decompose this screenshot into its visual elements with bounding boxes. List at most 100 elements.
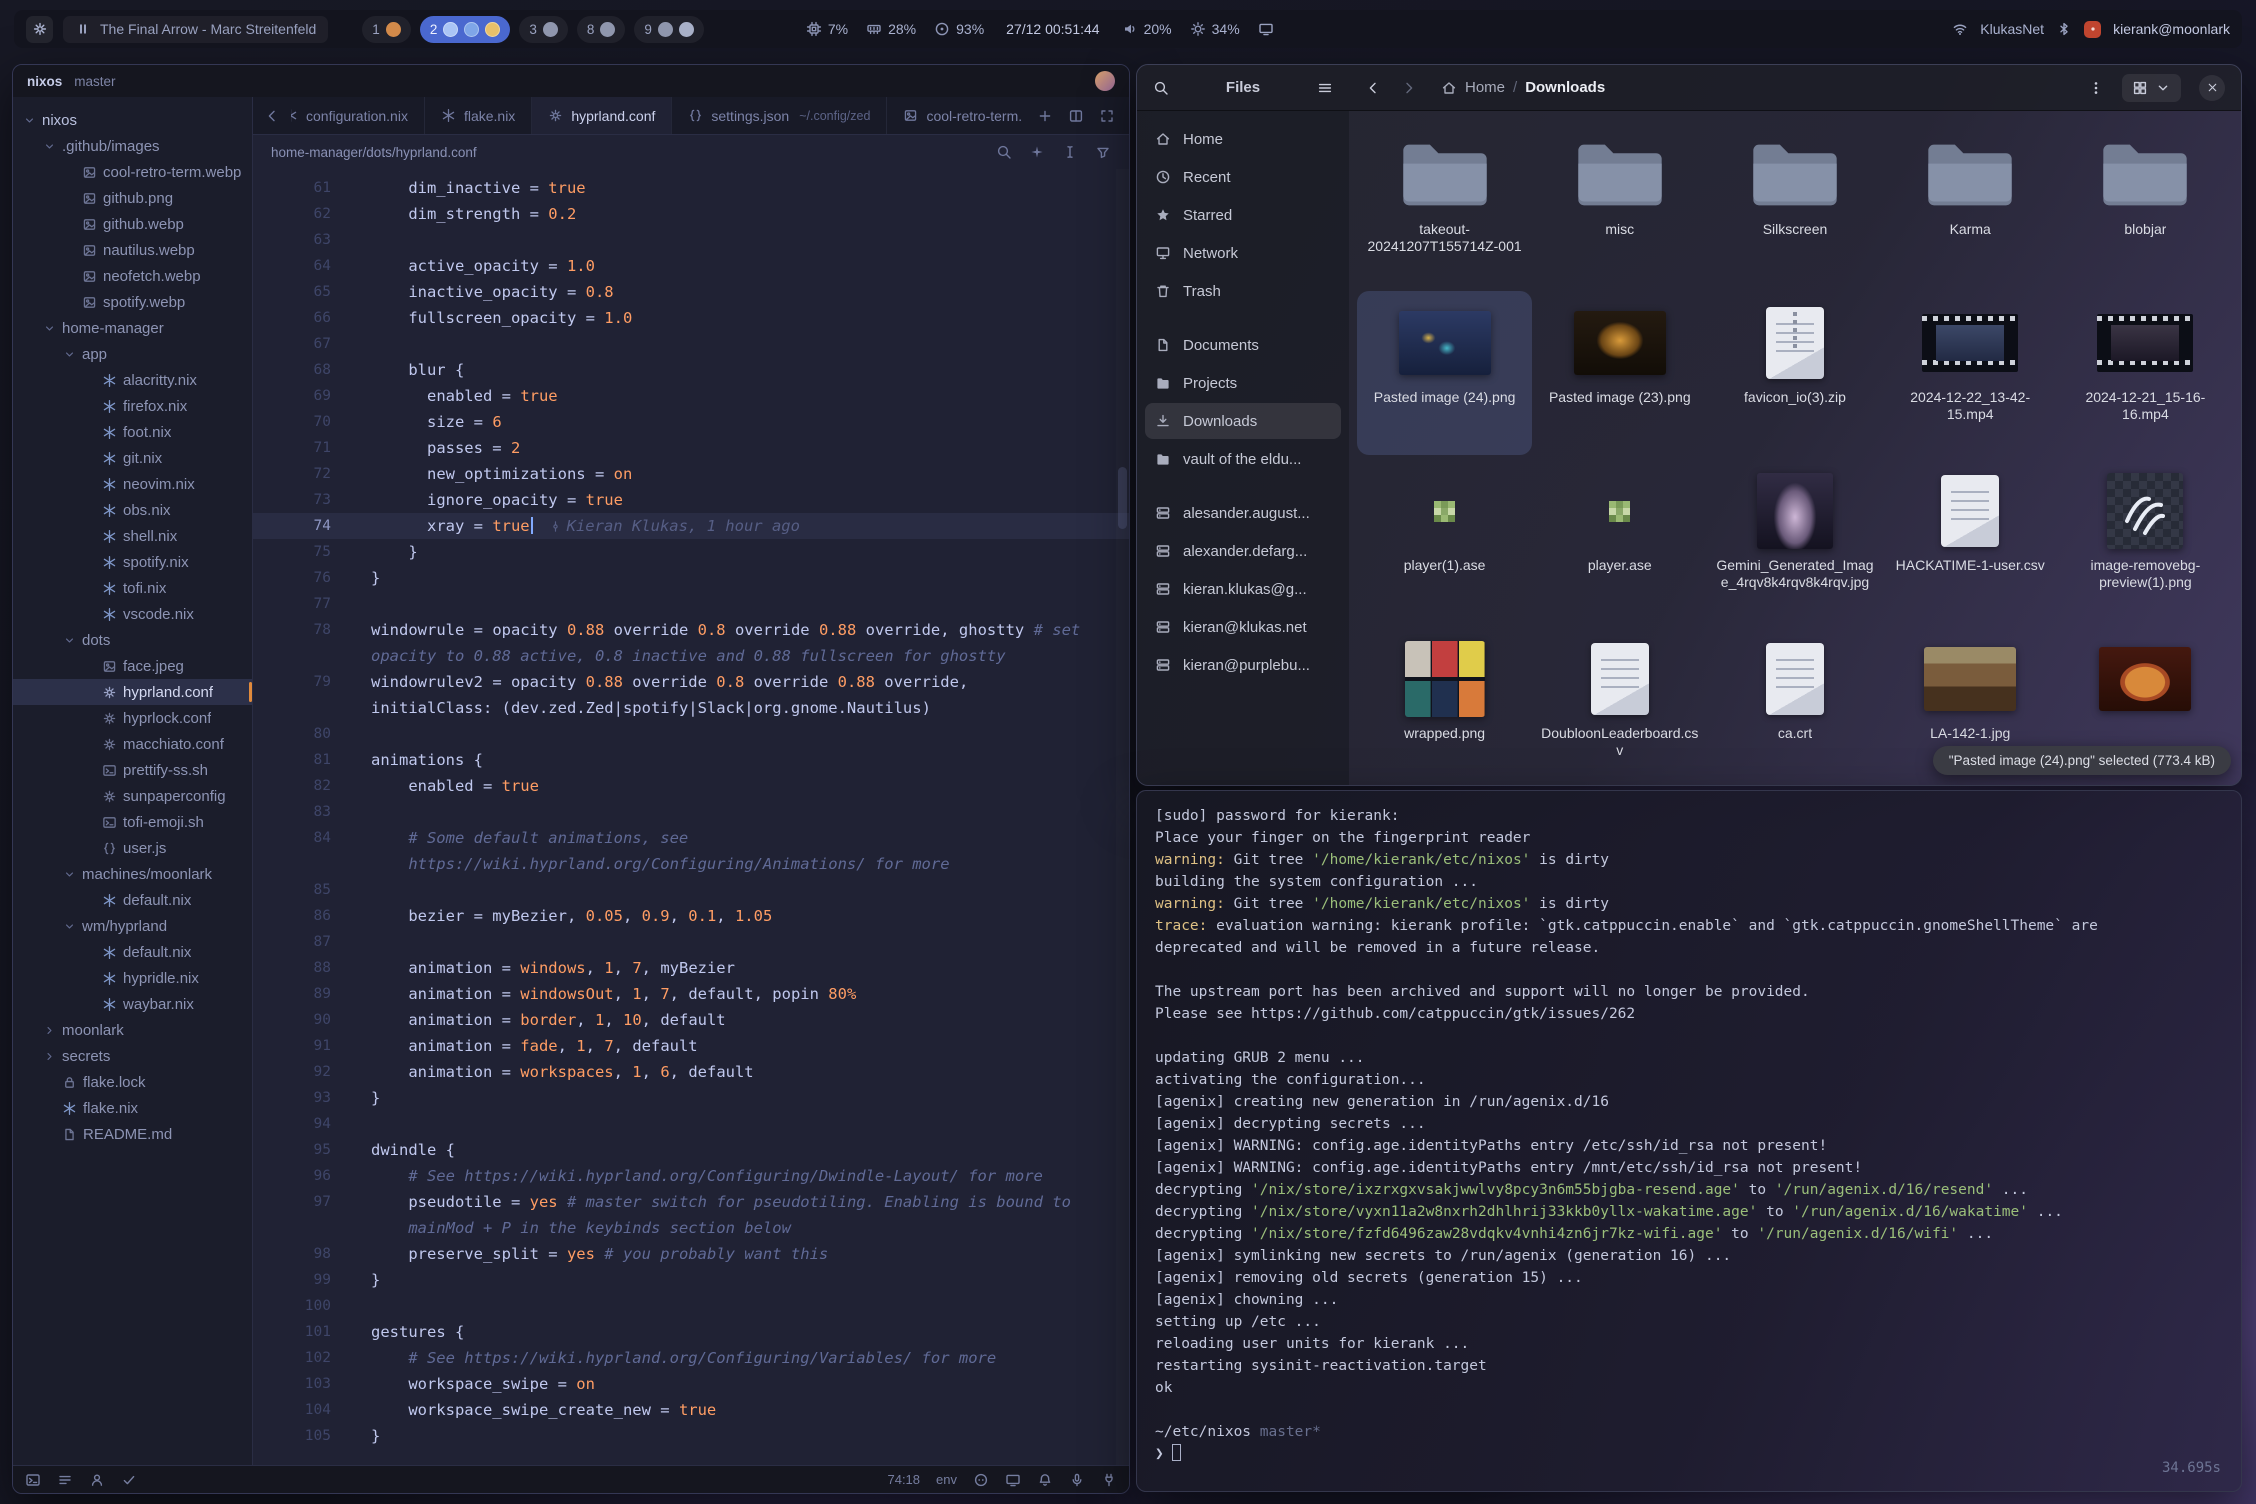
project-name[interactable]: nixos bbox=[27, 74, 62, 89]
bluetooth-icon[interactable] bbox=[2056, 21, 2072, 37]
tree-item[interactable]: tofi.nix bbox=[13, 575, 252, 601]
plus-icon[interactable] bbox=[1037, 108, 1053, 124]
split-icon[interactable] bbox=[1068, 108, 1084, 124]
tree-item[interactable]: default.nix bbox=[13, 887, 252, 913]
sidebar-item-vault-of-the-eldu-[interactable]: vault of the eldu... bbox=[1145, 441, 1341, 477]
copilot-icon[interactable] bbox=[973, 1472, 989, 1488]
terminal-window[interactable]: [sudo] password for kierank:Place your f… bbox=[1136, 790, 2242, 1492]
tree-item[interactable]: nautilus.webp bbox=[13, 237, 252, 263]
file-item[interactable]: favicon_io(3).zip bbox=[1707, 291, 1882, 455]
tree-item[interactable]: waybar.nix bbox=[13, 991, 252, 1017]
git-branch[interactable]: master bbox=[74, 74, 115, 89]
file-item[interactable]: image-removebg-preview(1).png bbox=[2058, 459, 2233, 623]
breadcrumb-current[interactable]: Downloads bbox=[1525, 79, 1605, 96]
forward-icon[interactable] bbox=[1401, 80, 1417, 96]
tree-item[interactable]: README.md bbox=[13, 1121, 252, 1147]
brightness-widget[interactable]: 34% bbox=[1190, 21, 1240, 37]
tree-item[interactable]: flake.lock bbox=[13, 1069, 252, 1095]
tree-item[interactable]: dots bbox=[13, 627, 252, 653]
tree-item[interactable]: git.nix bbox=[13, 445, 252, 471]
tree-item[interactable]: shell.nix bbox=[13, 523, 252, 549]
tab-flake.nix[interactable]: flake.nix bbox=[425, 97, 532, 134]
tree-item[interactable]: machines/moonlark bbox=[13, 861, 252, 887]
tree-item[interactable]: wm/hyprland bbox=[13, 913, 252, 939]
code-editor[interactable]: 61dim_inactive = true62dim_strength = 0.… bbox=[253, 169, 1129, 1465]
tree-item[interactable]: moonlark bbox=[13, 1017, 252, 1043]
sidebar-item-kieran-purplebu-[interactable]: kieran@purplebu... bbox=[1145, 647, 1341, 683]
language-mode[interactable]: env bbox=[936, 1472, 957, 1487]
file-item[interactable]: player.ase bbox=[1532, 459, 1707, 623]
tree-item[interactable]: tofi-emoji.sh bbox=[13, 809, 252, 835]
workspace-9[interactable]: 9 bbox=[634, 16, 704, 43]
file-item[interactable]: Pasted image (24).png bbox=[1357, 291, 1532, 455]
tree-item[interactable]: .github/images bbox=[13, 133, 252, 159]
tree-item[interactable]: github.webp bbox=[13, 211, 252, 237]
file-item[interactable]: takeout-20241207T155714Z-001 bbox=[1357, 123, 1532, 287]
sidebar-item-documents[interactable]: Documents bbox=[1145, 327, 1341, 363]
sidebar-item-home[interactable]: Home bbox=[1145, 121, 1341, 157]
wifi-icon[interactable] bbox=[1952, 21, 1968, 37]
file-item[interactable]: HACKATIME-1-user.csv bbox=[1883, 459, 2058, 623]
tree-item[interactable]: macchiato.conf bbox=[13, 731, 252, 757]
mic-icon[interactable] bbox=[1069, 1472, 1085, 1488]
workspace-1[interactable]: 1 bbox=[362, 16, 411, 43]
sparkle-icon[interactable] bbox=[1029, 144, 1045, 160]
sidebar-item-alesander-august-[interactable]: alesander.august... bbox=[1145, 495, 1341, 531]
file-item[interactable]: ca.crt bbox=[1707, 627, 1882, 785]
tree-item[interactable]: firefox.nix bbox=[13, 393, 252, 419]
breadcrumb[interactable]: home-manager/dots/hyprland.conf bbox=[271, 145, 477, 160]
tree-item[interactable]: neofetch.webp bbox=[13, 263, 252, 289]
tree-item[interactable]: cool-retro-term.webp bbox=[13, 159, 252, 185]
filter-icon[interactable] bbox=[1095, 144, 1111, 160]
sidebar-item-recent[interactable]: Recent bbox=[1145, 159, 1341, 195]
tree-item[interactable]: vscode.nix bbox=[13, 601, 252, 627]
tree-item[interactable]: github.png bbox=[13, 185, 252, 211]
workspace-8[interactable]: 8 bbox=[577, 16, 626, 43]
file-item[interactable]: 2024-12-21_15-16-16.mp4 bbox=[2058, 291, 2233, 455]
tree-item[interactable]: secrets bbox=[13, 1043, 252, 1069]
tree-item[interactable]: face.jpeg bbox=[13, 653, 252, 679]
network-name[interactable]: KlukasNet bbox=[1980, 21, 2044, 37]
tree-item[interactable]: hyprland.conf bbox=[13, 679, 252, 705]
search-icon[interactable] bbox=[1153, 80, 1169, 96]
tree-item[interactable]: spotify.webp bbox=[13, 289, 252, 315]
tree-item[interactable]: obs.nix bbox=[13, 497, 252, 523]
sidebar-item-alexander-defarg-[interactable]: alexander.defarg... bbox=[1145, 533, 1341, 569]
kebab-icon[interactable] bbox=[2088, 80, 2104, 96]
tree-item[interactable]: alacritty.nix bbox=[13, 367, 252, 393]
plug-icon[interactable] bbox=[1101, 1472, 1117, 1488]
sidebar-item-starred[interactable]: Starred bbox=[1145, 197, 1341, 233]
tab-configuration.nix[interactable]: configuration.nix bbox=[291, 97, 425, 134]
menu-icon[interactable] bbox=[1317, 80, 1333, 96]
tab-cool-retro-term.png[interactable]: cool-retro-term.png bbox=[887, 97, 1023, 134]
display-icon[interactable] bbox=[1005, 1472, 1021, 1488]
file-item[interactable]: Pasted image (23).png bbox=[1532, 291, 1707, 455]
tree-item[interactable]: user.js bbox=[13, 835, 252, 861]
tab-hyprland.conf[interactable]: hyprland.conf bbox=[532, 97, 672, 134]
tree-item[interactable]: app bbox=[13, 341, 252, 367]
avatar[interactable] bbox=[1095, 71, 1115, 91]
back-icon[interactable] bbox=[1365, 80, 1381, 96]
launcher-button[interactable] bbox=[26, 16, 53, 43]
file-item[interactable]: Silkscreen bbox=[1707, 123, 1882, 287]
media-player-widget[interactable]: The Final Arrow - Marc Streitenfeld bbox=[63, 16, 328, 43]
check-icon[interactable] bbox=[121, 1472, 137, 1488]
tree-item[interactable]: nixos bbox=[13, 107, 252, 133]
scrollbar[interactable] bbox=[1116, 169, 1129, 1465]
list-icon[interactable] bbox=[57, 1472, 73, 1488]
file-item[interactable]: Karma bbox=[1883, 123, 2058, 287]
status-badge[interactable] bbox=[2084, 21, 2101, 38]
bell-icon[interactable] bbox=[1037, 1472, 1053, 1488]
tree-item[interactable]: sunpaperconfig bbox=[13, 783, 252, 809]
search-icon[interactable] bbox=[996, 144, 1012, 160]
sidebar-item-projects[interactable]: Projects bbox=[1145, 365, 1341, 401]
view-toggle[interactable] bbox=[2122, 74, 2181, 102]
sidebar-item-kieran-klukas-net[interactable]: kieran@klukas.net bbox=[1145, 609, 1341, 645]
terminal-icon[interactable] bbox=[25, 1472, 41, 1488]
back-icon[interactable] bbox=[264, 108, 280, 124]
tree-item[interactable]: hyprlock.conf bbox=[13, 705, 252, 731]
tree-item[interactable]: hypridle.nix bbox=[13, 965, 252, 991]
scrollbar-thumb[interactable] bbox=[1118, 467, 1127, 529]
people-icon[interactable] bbox=[89, 1472, 105, 1488]
file-item[interactable]: player(1).ase bbox=[1357, 459, 1532, 623]
